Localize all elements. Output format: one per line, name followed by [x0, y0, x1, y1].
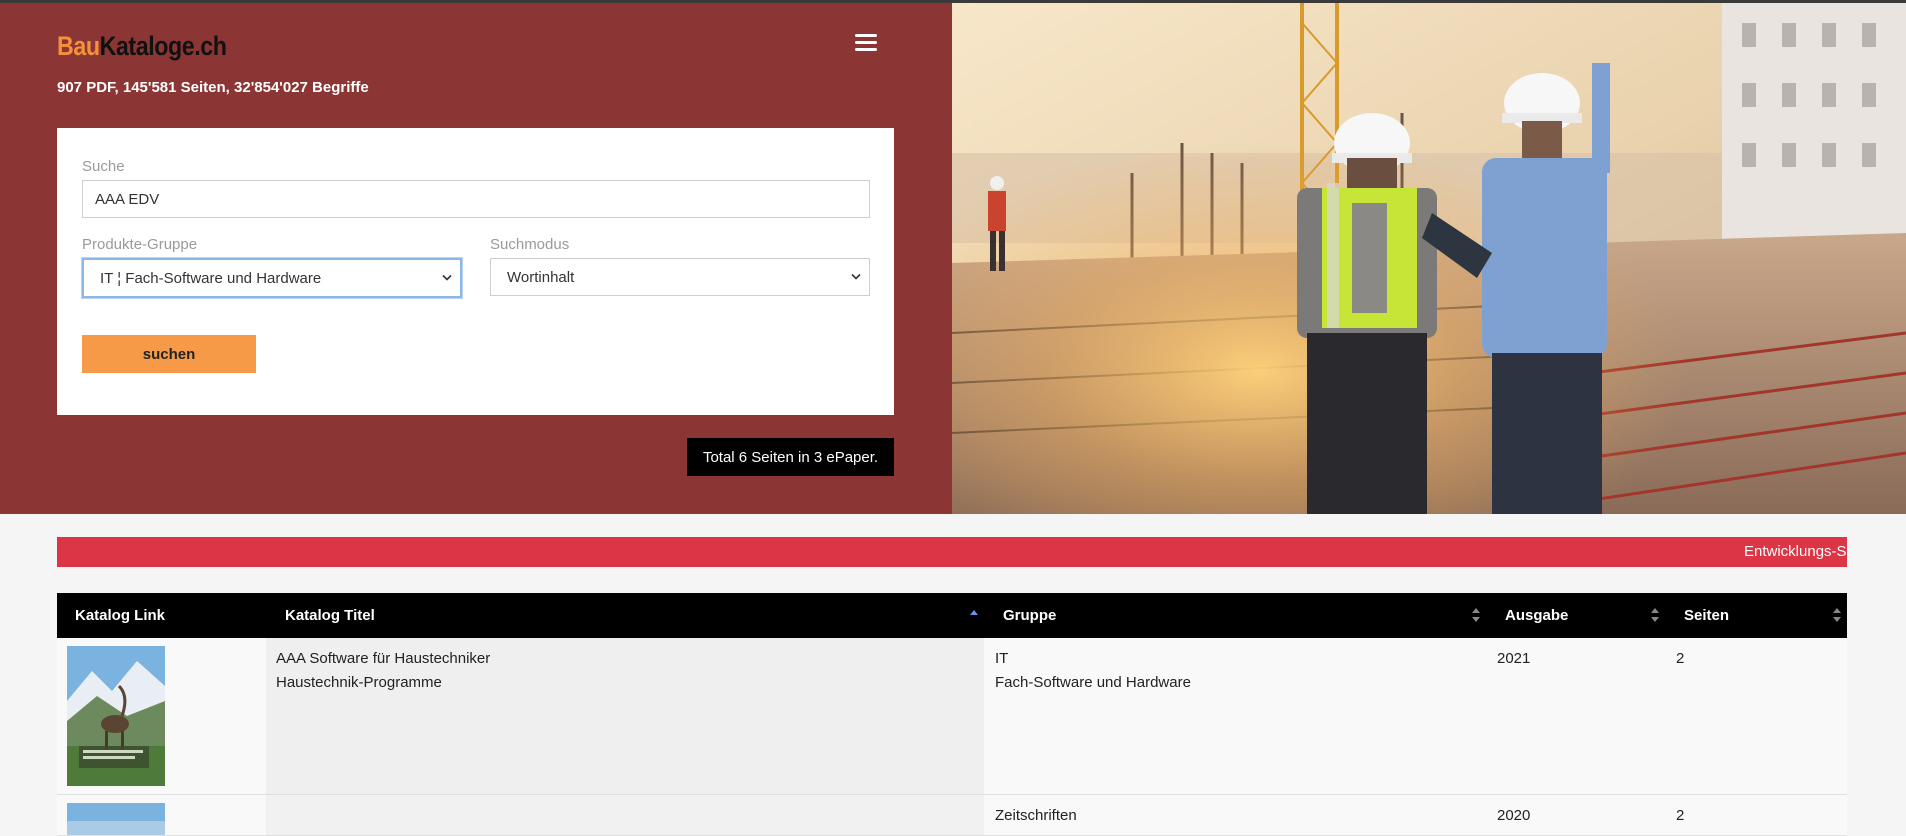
ticker-text: Entwicklungs-S [1744, 543, 1847, 560]
header-gruppe[interactable]: Gruppe [1003, 593, 1056, 638]
search-input[interactable] [82, 180, 870, 218]
chevron-down-icon [442, 274, 452, 281]
header-katalog-titel[interactable]: Katalog Titel [285, 593, 375, 638]
total-results-badge: Total 6 Seiten in 3 ePaper. [687, 438, 894, 476]
site-logo[interactable]: BauKataloge.ch [57, 31, 227, 62]
logo-bau: Bau [57, 31, 100, 61]
menu-bar [855, 41, 877, 44]
catalog-edition: 2021 [1497, 650, 1531, 667]
menu-bar [855, 34, 877, 37]
catalog-title[interactable]: AAA Software für Haustechniker Haustechn… [276, 647, 490, 695]
logo-kataloge: Kataloge.ch [99, 31, 227, 61]
search-form: Suche Produkte-Gruppe IT ¦ Fach-Software… [57, 128, 894, 415]
sort-icon[interactable] [1651, 607, 1659, 623]
product-group-value: IT ¦ Fach-Software und Hardware [100, 269, 322, 287]
group-line1: Zeitschriften [995, 807, 1077, 824]
table-row: Zeitschriften 2020 2 [57, 795, 1847, 836]
title-line2: Haustechnik-Programme [276, 674, 442, 691]
chevron-down-icon [851, 273, 861, 280]
construction-workers-photo [952, 3, 1906, 514]
table-row: AAA Software für Haustechniker Haustechn… [57, 638, 1847, 795]
catalog-table: Katalog Link Katalog Titel Gruppe Ausgab… [57, 593, 1847, 836]
header-katalog-link[interactable]: Katalog Link [75, 593, 165, 638]
search-mode-value: Wortinhalt [507, 268, 575, 286]
group-line1: IT [995, 650, 1009, 667]
site-stats: 907 PDF, 145'581 Seiten, 32'854'027 Begr… [57, 79, 369, 96]
news-ticker[interactable]: Entwicklungs-S [57, 537, 1847, 567]
hero-panel: BauKataloge.ch 907 PDF, 145'581 Seiten, … [0, 3, 952, 514]
catalog-edition: 2020 [1497, 807, 1531, 824]
sort-asc-icon[interactable] [970, 605, 978, 621]
search-button[interactable]: suchen [82, 335, 256, 373]
hamburger-menu-icon[interactable] [855, 34, 877, 54]
catalog-cover-thumbnail[interactable] [67, 803, 165, 835]
search-label: Suche [82, 158, 125, 175]
header-ausgabe[interactable]: Ausgabe [1505, 593, 1568, 638]
title-column-bg [266, 795, 984, 835]
catalog-pages: 2 [1676, 807, 1685, 824]
search-mode-select[interactable]: Wortinhalt [490, 258, 870, 296]
sort-icon[interactable] [1472, 607, 1480, 623]
catalog-pages: 2 [1676, 650, 1685, 667]
catalog-group: IT Fach-Software und Hardware [995, 647, 1191, 695]
header-seiten[interactable]: Seiten [1684, 593, 1729, 638]
search-mode-label: Suchmodus [490, 236, 570, 253]
group-line2: Fach-Software und Hardware [995, 674, 1191, 691]
title-line1: AAA Software für Haustechniker [276, 650, 491, 667]
catalog-group: Zeitschriften [995, 804, 1077, 828]
product-group-label: Produkte-Gruppe [82, 236, 198, 253]
product-group-select[interactable]: IT ¦ Fach-Software und Hardware [82, 258, 462, 298]
menu-bar [855, 48, 877, 51]
table-header: Katalog Link Katalog Titel Gruppe Ausgab… [57, 593, 1847, 638]
catalog-cover-thumbnail[interactable] [67, 646, 165, 786]
sort-icon[interactable] [1833, 607, 1841, 623]
hero-image [952, 3, 1906, 514]
